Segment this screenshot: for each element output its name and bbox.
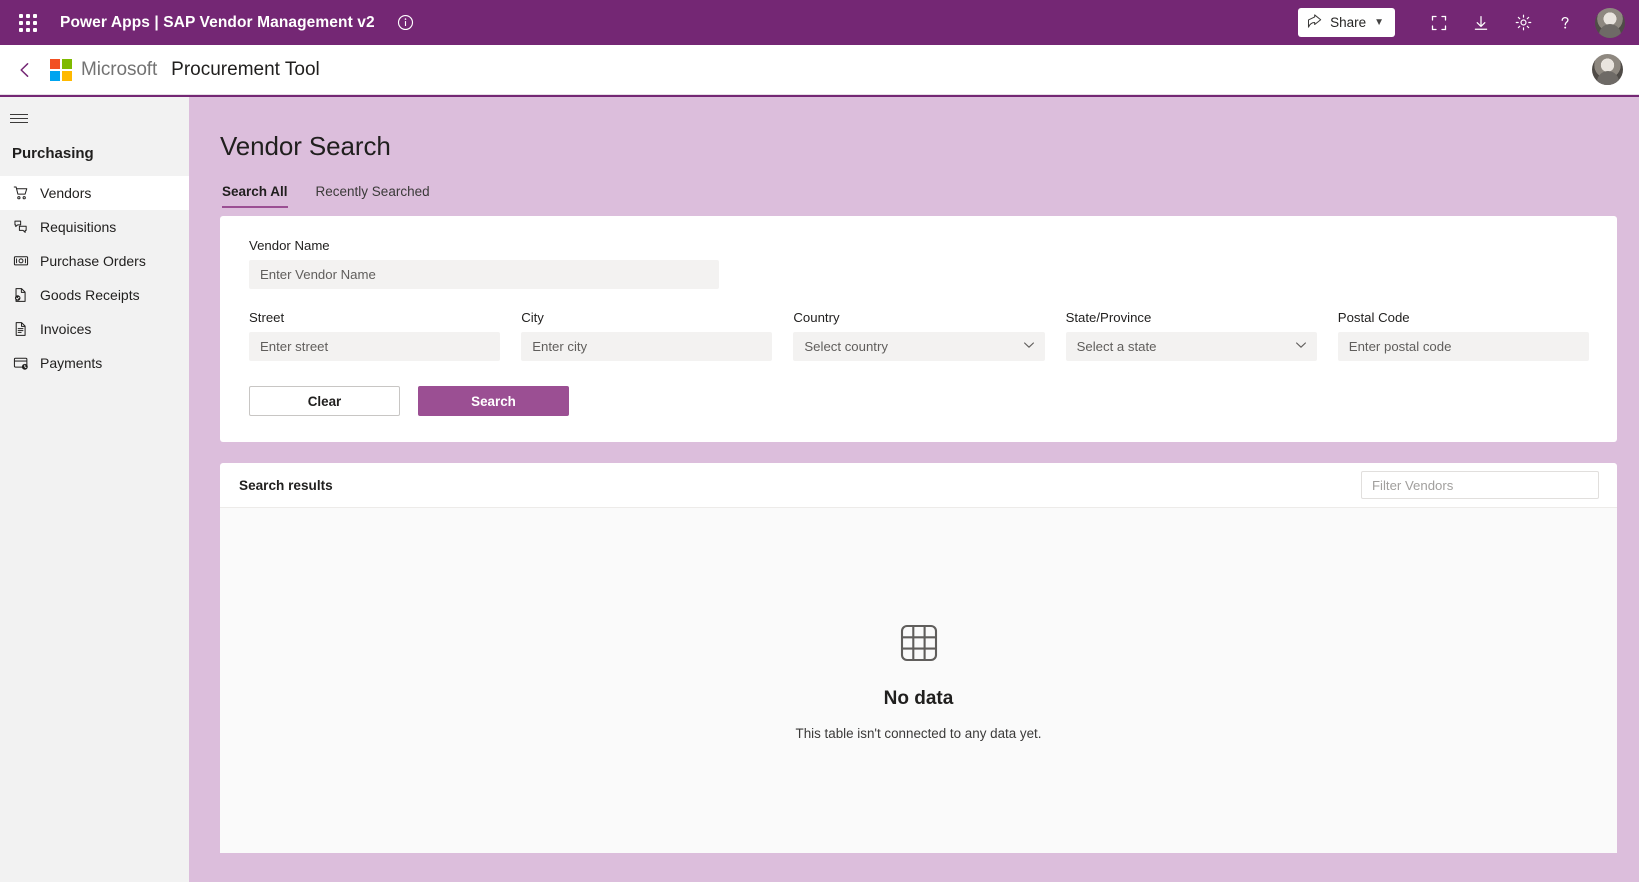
search-button[interactable]: Search xyxy=(418,386,569,416)
postal-code-field-group: Postal Code xyxy=(1337,310,1589,361)
sidebar-item-label: Requisitions xyxy=(40,219,117,235)
tab-search-all[interactable]: Search All xyxy=(222,184,288,208)
app-header: Microsoft Procurement Tool xyxy=(0,45,1639,95)
city-input[interactable] xyxy=(521,332,773,361)
sidebar-section-title: Purchasing xyxy=(12,145,94,162)
shopping-cart-icon xyxy=(12,185,29,202)
state-select-wrapper xyxy=(1065,332,1317,361)
brand-name: Microsoft xyxy=(81,58,158,80)
filter-vendors-input[interactable] xyxy=(1361,471,1599,499)
postal-code-input[interactable] xyxy=(1337,332,1589,361)
info-icon[interactable] xyxy=(397,14,415,32)
topbar-actions: Share ▼ xyxy=(1298,3,1625,43)
clear-button[interactable]: Clear xyxy=(249,386,400,416)
state-label: State/Province xyxy=(1065,310,1152,325)
body-wrapper: Purchasing Vendors Requisitions Purchase… xyxy=(0,95,1639,882)
search-form-card: Vendor Name Street City Country xyxy=(220,216,1617,442)
city-label: City xyxy=(521,310,544,325)
table-grid-icon xyxy=(897,621,941,670)
vendor-name-field-group: Vendor Name xyxy=(249,238,719,289)
microsoft-logo-icon xyxy=(50,58,72,81)
empty-state: No data This table isn't connected to an… xyxy=(220,508,1617,853)
empty-state-subtitle: This table isn't connected to any data y… xyxy=(795,725,1042,741)
share-button[interactable]: Share ▼ xyxy=(1298,8,1395,37)
search-results-title: Search results xyxy=(239,477,333,493)
address-fields-row: Street City Country xyxy=(249,310,1589,361)
sidebar-item-label: Goods Receipts xyxy=(40,287,140,303)
street-input[interactable] xyxy=(249,332,501,361)
page-title: Vendor Search xyxy=(220,131,391,161)
gear-icon[interactable] xyxy=(1503,3,1543,43)
sidebar-item-goods-receipts[interactable]: Goods Receipts xyxy=(0,278,189,312)
sidebar: Purchasing Vendors Requisitions Purchase… xyxy=(0,95,189,882)
country-select-wrapper xyxy=(793,332,1045,361)
app-launcher-icon[interactable] xyxy=(8,3,48,43)
sidebar-item-vendors[interactable]: Vendors xyxy=(0,176,189,210)
sidebar-item-label: Payments xyxy=(40,355,103,371)
country-select[interactable] xyxy=(793,332,1045,361)
city-field-group: City xyxy=(521,310,773,361)
app-title: Power Apps | SAP Vendor Management v2 xyxy=(60,13,375,31)
header-avatar[interactable] xyxy=(1592,54,1623,85)
avatar[interactable] xyxy=(1595,7,1625,38)
form-actions: Clear Search xyxy=(249,386,1589,416)
fullscreen-icon[interactable] xyxy=(1419,3,1459,43)
search-results-header: Search results xyxy=(220,463,1617,508)
document-check-icon xyxy=(12,287,29,304)
sidebar-item-label: Vendors xyxy=(40,185,92,201)
search-results-card: Search results No data This table isn't … xyxy=(220,463,1617,853)
download-icon[interactable] xyxy=(1461,3,1501,43)
postal-code-label: Postal Code xyxy=(1337,310,1410,325)
requisitions-icon xyxy=(12,219,29,236)
back-button[interactable] xyxy=(10,55,40,85)
sidebar-item-requisitions[interactable]: Requisitions xyxy=(0,210,189,244)
share-icon xyxy=(1307,13,1322,32)
sidebar-item-invoices[interactable]: Invoices xyxy=(0,312,189,346)
payment-card-clock-icon xyxy=(12,355,29,372)
country-field-group: Country xyxy=(793,310,1045,361)
tab-bar: Search All Recently Searched xyxy=(220,184,1617,208)
vendor-name-label: Vendor Name xyxy=(249,238,330,253)
hamburger-menu-icon[interactable] xyxy=(0,97,189,139)
state-field-group: State/Province xyxy=(1065,310,1317,361)
sidebar-item-label: Invoices xyxy=(40,321,92,337)
state-select[interactable] xyxy=(1065,332,1317,361)
share-label: Share xyxy=(1330,15,1367,30)
country-label: Country xyxy=(793,310,840,325)
chevron-down-icon: ▼ xyxy=(1374,17,1384,28)
money-icon xyxy=(12,253,29,270)
sidebar-item-purchase-orders[interactable]: Purchase Orders xyxy=(0,244,189,278)
street-label: Street xyxy=(249,310,285,325)
top-command-bar: Power Apps | SAP Vendor Management v2 Sh… xyxy=(0,0,1639,45)
page-app-title: Procurement Tool xyxy=(171,58,320,80)
street-field-group: Street xyxy=(249,310,501,361)
empty-state-title: No data xyxy=(883,687,954,709)
main-content: Vendor Search Search All Recently Search… xyxy=(189,95,1639,882)
sidebar-item-payments[interactable]: Payments xyxy=(0,346,189,380)
vendor-name-input[interactable] xyxy=(249,260,719,289)
help-icon[interactable] xyxy=(1545,3,1585,43)
tab-recently-searched[interactable]: Recently Searched xyxy=(316,184,430,208)
sidebar-item-label: Purchase Orders xyxy=(40,253,146,269)
invoice-document-icon xyxy=(12,321,29,338)
